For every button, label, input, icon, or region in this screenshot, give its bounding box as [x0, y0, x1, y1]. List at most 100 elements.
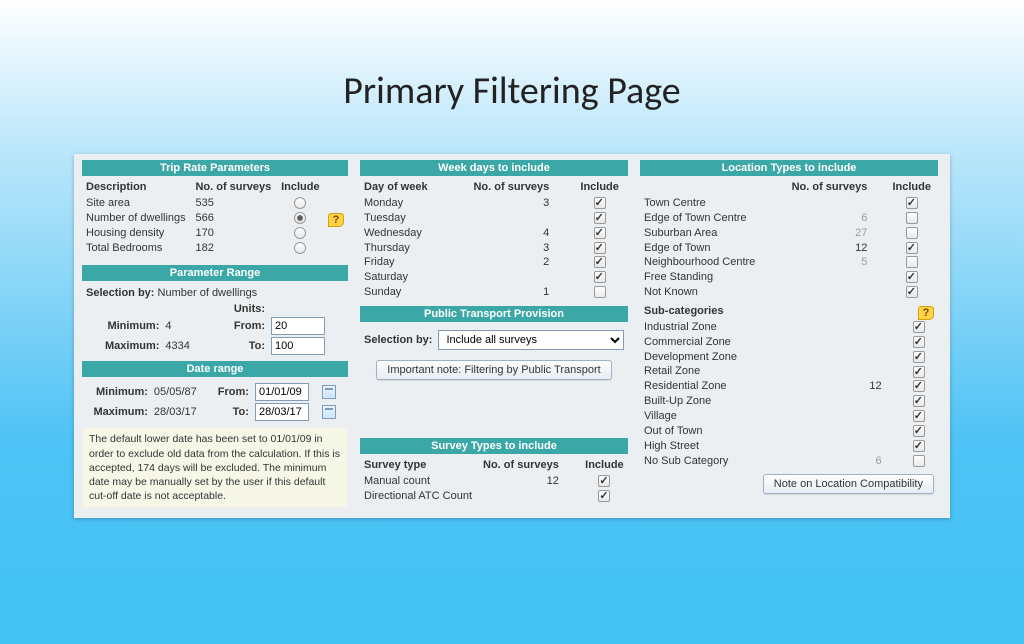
include-checkbox[interactable]	[906, 242, 918, 254]
help-icon[interactable]: ?	[918, 306, 934, 320]
pt-note-button[interactable]: Important note: Filtering by Public Tran…	[376, 360, 611, 380]
table-row: No Sub Category 6	[640, 454, 938, 469]
include-radio[interactable]	[294, 227, 306, 239]
param-n: 170	[191, 226, 276, 241]
table-row: Industrial Zone	[640, 320, 938, 335]
loc-n	[834, 394, 900, 409]
col-include: Include	[885, 180, 938, 196]
column-right: Location Types to include No. of surveys…	[640, 160, 938, 508]
include-checkbox[interactable]	[594, 197, 606, 209]
include-checkbox[interactable]	[598, 490, 610, 502]
min-label: Minimum:	[86, 320, 159, 332]
pt-select[interactable]: Include all surveys	[438, 330, 624, 350]
include-checkbox[interactable]	[594, 271, 606, 283]
include-checkbox[interactable]	[913, 380, 925, 392]
include-checkbox[interactable]	[906, 197, 918, 209]
table-row: Free Standing	[640, 270, 938, 285]
table-row: Sunday 1	[360, 285, 628, 300]
include-checkbox[interactable]	[913, 351, 925, 363]
loc-n: 27	[775, 226, 886, 241]
include-checkbox[interactable]	[594, 227, 606, 239]
location-compat-button[interactable]: Note on Location Compatibility	[763, 474, 934, 494]
include-checkbox[interactable]	[594, 212, 606, 224]
include-checkbox[interactable]	[594, 286, 606, 298]
param-desc: Number of dwellings	[82, 211, 191, 226]
include-radio[interactable]	[294, 197, 306, 209]
col-surveys: No. of surveys	[775, 180, 886, 196]
col-include: Include	[277, 180, 324, 196]
date-to-input[interactable]	[255, 403, 309, 421]
param-n: 182	[191, 241, 276, 256]
min-value: 4	[165, 320, 208, 332]
calendar-icon[interactable]	[322, 405, 336, 419]
day-name: Monday	[360, 196, 447, 211]
include-checkbox[interactable]	[913, 410, 925, 422]
loc-name: Commercial Zone	[640, 335, 834, 350]
calendar-icon[interactable]	[322, 385, 336, 399]
loc-n	[775, 270, 886, 285]
day-name: Sunday	[360, 285, 447, 300]
col-day: Day of week	[360, 180, 447, 196]
include-checkbox[interactable]	[906, 212, 918, 224]
filter-panel: Trip Rate Parameters Description No. of …	[74, 154, 950, 518]
table-row: Housing density 170	[82, 226, 348, 241]
weekdays-header: Week days to include	[360, 160, 628, 176]
include-checkbox[interactable]	[913, 395, 925, 407]
max-label: Maximum:	[86, 340, 159, 352]
selection-by-label: Selection by:	[86, 287, 154, 299]
range-to-input[interactable]	[271, 337, 325, 355]
param-desc: Total Bedrooms	[82, 241, 191, 256]
include-checkbox[interactable]	[906, 256, 918, 268]
include-checkbox[interactable]	[913, 440, 925, 452]
include-radio[interactable]	[294, 242, 306, 254]
loc-name: High Street	[640, 439, 834, 454]
loc-name: Edge of Town Centre	[640, 211, 775, 226]
include-checkbox[interactable]	[913, 455, 925, 467]
include-checkbox[interactable]	[598, 475, 610, 487]
table-row: Out of Town	[640, 424, 938, 439]
col-surveys: No. of surveys	[447, 180, 571, 196]
include-checkbox[interactable]	[906, 286, 918, 298]
table-row: Site area 535	[82, 196, 348, 211]
include-checkbox[interactable]	[913, 366, 925, 378]
include-checkbox[interactable]	[594, 256, 606, 268]
day-n	[447, 211, 571, 226]
loc-n	[834, 409, 900, 424]
include-checkbox[interactable]	[913, 321, 925, 333]
loc-name: Edge of Town	[640, 241, 775, 256]
table-row: Built-Up Zone	[640, 394, 938, 409]
include-checkbox[interactable]	[913, 336, 925, 348]
include-checkbox[interactable]	[913, 425, 925, 437]
sub-location-table: Industrial Zone Commercial Zone Developm…	[640, 320, 938, 468]
day-name: Saturday	[360, 270, 447, 285]
loc-name: Village	[640, 409, 834, 424]
table-row: Saturday	[360, 270, 628, 285]
loc-n	[834, 364, 900, 379]
include-radio[interactable]	[294, 212, 306, 224]
table-row: Village	[640, 409, 938, 424]
range-from-input[interactable]	[271, 317, 325, 335]
day-name: Thursday	[360, 241, 447, 256]
date-from-input[interactable]	[255, 383, 309, 401]
day-n: 2	[447, 255, 571, 270]
loc-n	[834, 439, 900, 454]
day-name: Friday	[360, 255, 447, 270]
to-label: To:	[215, 340, 265, 352]
day-name: Tuesday	[360, 211, 447, 226]
date-min-value: 05/05/87	[154, 386, 204, 398]
table-row: Development Zone	[640, 350, 938, 365]
include-checkbox[interactable]	[906, 271, 918, 283]
loc-name: Out of Town	[640, 424, 834, 439]
loc-n: 5	[775, 255, 886, 270]
date-range-header: Date range	[82, 361, 348, 377]
day-n: 3	[447, 241, 571, 256]
survey-n	[478, 489, 581, 504]
include-checkbox[interactable]	[906, 227, 918, 239]
day-n: 1	[447, 285, 571, 300]
loc-name: Neighbourhood Centre	[640, 255, 775, 270]
include-checkbox[interactable]	[594, 242, 606, 254]
table-row: Edge of Town 12	[640, 241, 938, 256]
help-icon[interactable]: ?	[328, 213, 344, 227]
trip-rate-header: Trip Rate Parameters	[82, 160, 348, 176]
loc-name: Retail Zone	[640, 364, 834, 379]
